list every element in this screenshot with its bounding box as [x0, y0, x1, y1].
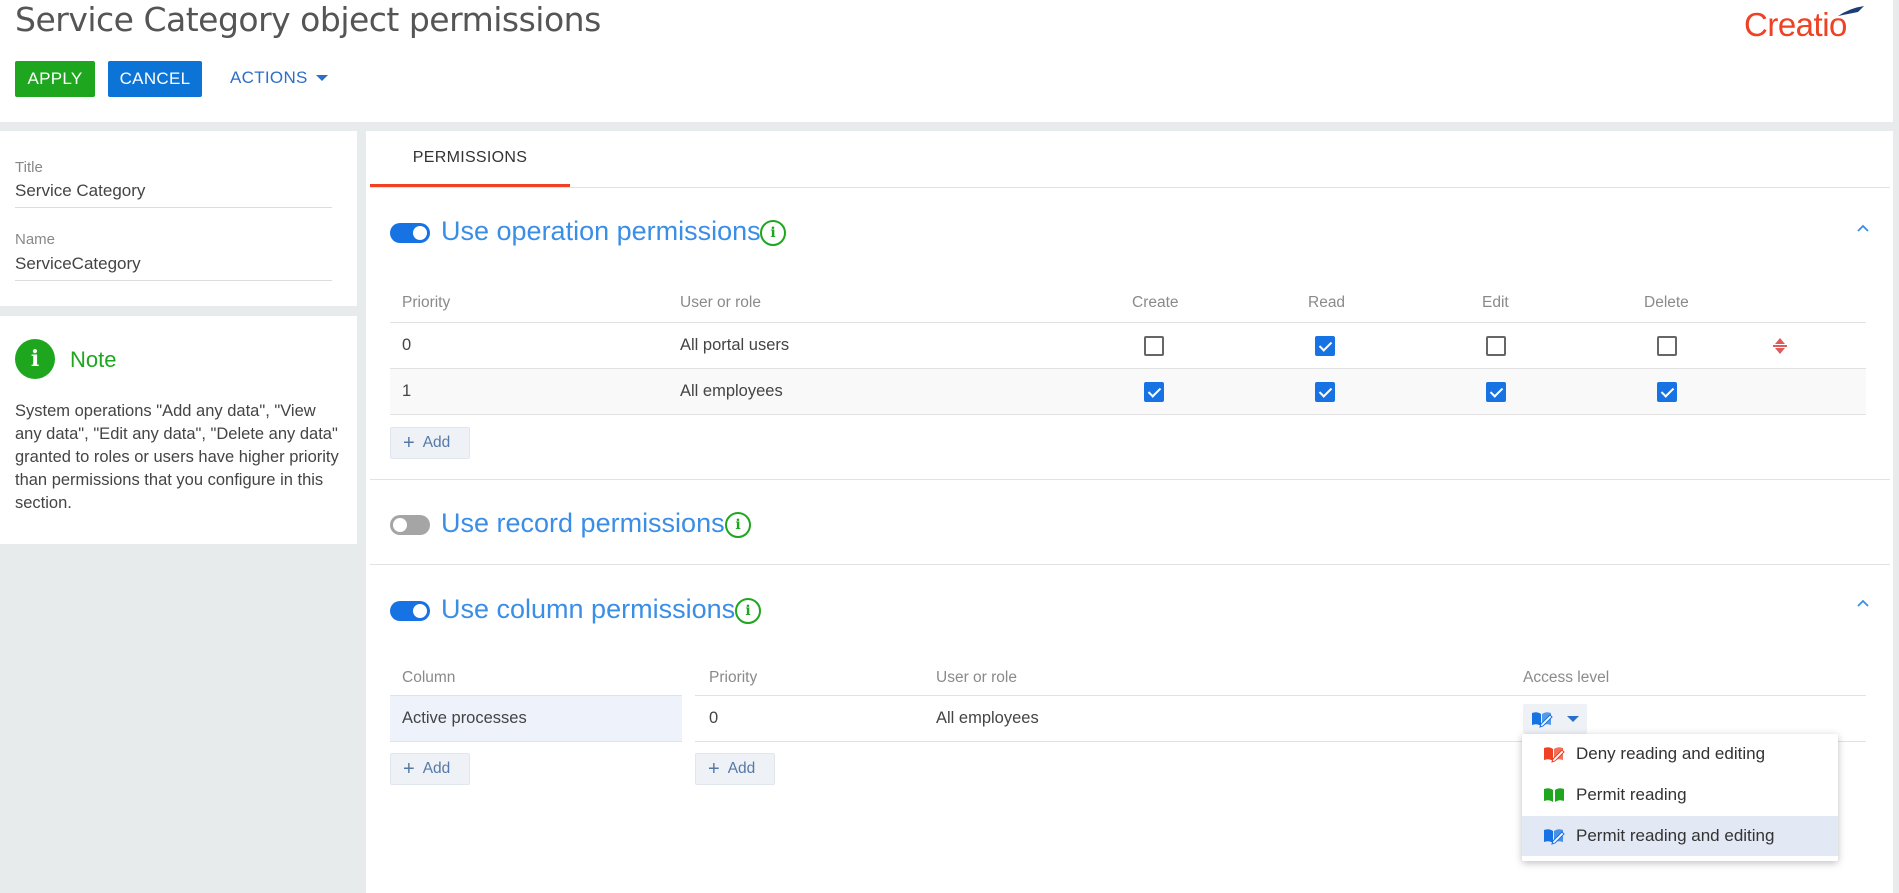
tab-permissions[interactable]: PERMISSIONS: [370, 131, 570, 187]
operation-permissions-title: Use operation permissions: [441, 216, 761, 246]
info-icon[interactable]: i: [735, 598, 761, 624]
add-label: Add: [727, 760, 756, 777]
plus-icon: +: [403, 431, 415, 454]
info-icon: i: [15, 339, 55, 379]
edit-checkbox[interactable]: [1486, 382, 1506, 402]
logo-text: Creatio: [1744, 6, 1847, 43]
add-operation-permission-button[interactable]: + Add: [390, 427, 470, 459]
col-header-create: Create: [1132, 294, 1179, 311]
delete-checkbox[interactable]: [1657, 336, 1677, 356]
table-header-line: [390, 322, 1866, 323]
actions-label: ACTIONS: [230, 68, 308, 87]
add-label: Add: [422, 434, 451, 451]
col-header-edit: Edit: [1482, 294, 1509, 311]
access-level-dropdown-button[interactable]: [1523, 704, 1587, 734]
note-card: i Note System operations "Add any data",…: [0, 316, 357, 544]
menu-item-label: Permit reading: [1576, 785, 1687, 804]
add-label: Add: [422, 760, 451, 777]
create-checkbox[interactable]: [1144, 336, 1164, 356]
section-divider: [370, 479, 1890, 480]
row-divider: [390, 414, 1866, 415]
permit-read-icon: [1544, 788, 1564, 802]
column-permissions-title: Use column permissions: [441, 594, 736, 624]
add-column-permission-button[interactable]: + Add: [695, 753, 775, 785]
cancel-button[interactable]: CANCEL: [108, 61, 202, 97]
deny-read-edit-icon: [1544, 747, 1565, 763]
read-checkbox[interactable]: [1315, 336, 1335, 356]
record-permissions-title: Use record permissions: [441, 508, 725, 538]
plus-icon: +: [708, 757, 720, 780]
col-header-read: Read: [1308, 294, 1346, 311]
row-priority: 1: [402, 382, 412, 400]
menu-item-permit-read[interactable]: Permit reading: [1522, 775, 1838, 815]
edit-checkbox[interactable]: [1486, 336, 1506, 356]
menu-item-permit-read-edit[interactable]: Permit reading and editing: [1522, 816, 1838, 856]
permit-read-edit-icon: [1532, 712, 1553, 728]
row-priority: 0: [402, 336, 412, 354]
menu-item-label: Deny reading and editing: [1576, 744, 1766, 763]
title-caption: Title: [15, 159, 43, 176]
col-header-priority: Priority: [709, 669, 758, 686]
row-user: All portal users: [680, 336, 790, 354]
page-title: Service Category object permissions: [15, 0, 601, 39]
tab-divider: [370, 187, 1890, 188]
create-checkbox[interactable]: [1144, 382, 1164, 402]
permit-read-edit-icon: [1544, 829, 1565, 845]
col-header-column: Column: [402, 669, 456, 686]
actions-menu-button[interactable]: ACTIONS: [230, 68, 328, 88]
access-level-dropdown-menu: Deny reading and editing Permit reading …: [1522, 734, 1838, 861]
section-divider: [370, 564, 1890, 565]
apply-button[interactable]: APPLY: [15, 61, 95, 97]
menu-item-deny-read-edit[interactable]: Deny reading and editing: [1522, 734, 1838, 774]
logo-swoosh-icon: [1838, 6, 1864, 16]
col-header-user: User or role: [936, 669, 1017, 686]
name-caption: Name: [15, 231, 56, 248]
name-field[interactable]: ServiceCategory: [15, 254, 332, 281]
col-header-delete: Delete: [1644, 294, 1689, 311]
row-user: All employees: [936, 709, 1039, 727]
chevron-up-icon[interactable]: [1856, 221, 1870, 235]
info-icon[interactable]: i: [760, 220, 786, 246]
menu-item-label: Permit reading and editing: [1576, 826, 1775, 845]
col-header-access-level: Access level: [1523, 669, 1610, 686]
record-permissions-toggle[interactable]: [390, 515, 430, 535]
delete-checkbox[interactable]: [1657, 382, 1677, 402]
col-header-priority: Priority: [402, 294, 451, 311]
plus-icon: +: [403, 757, 415, 780]
chevron-down-icon: [1567, 716, 1579, 722]
row-background: [390, 369, 1866, 414]
title-field[interactable]: Service Category: [15, 181, 332, 208]
operation-permissions-toggle[interactable]: [390, 223, 430, 243]
note-text: System operations "Add any data", "View …: [15, 402, 339, 512]
col-header-user: User or role: [680, 294, 761, 311]
add-column-button[interactable]: + Add: [390, 753, 470, 785]
row-user: All employees: [680, 382, 783, 400]
table-header-line: [695, 695, 1866, 696]
reorder-arrows-icon[interactable]: [1771, 336, 1789, 356]
row-priority: 0: [709, 709, 719, 727]
note-title: Note: [70, 347, 117, 372]
creatio-logo: Creatio: [1744, 6, 1869, 46]
chevron-down-icon: [315, 75, 328, 81]
chevron-up-icon[interactable]: [1856, 596, 1870, 610]
object-info-card: Title Service Category Name ServiceCateg…: [0, 131, 357, 306]
row-divider: [390, 741, 682, 742]
info-icon[interactable]: i: [725, 512, 751, 538]
page-header: Service Category object permissions APPL…: [0, 0, 1893, 122]
read-checkbox[interactable]: [1315, 382, 1335, 402]
column-permissions-toggle[interactable]: [390, 601, 430, 621]
column-name-cell[interactable]: Active processes: [402, 709, 527, 728]
